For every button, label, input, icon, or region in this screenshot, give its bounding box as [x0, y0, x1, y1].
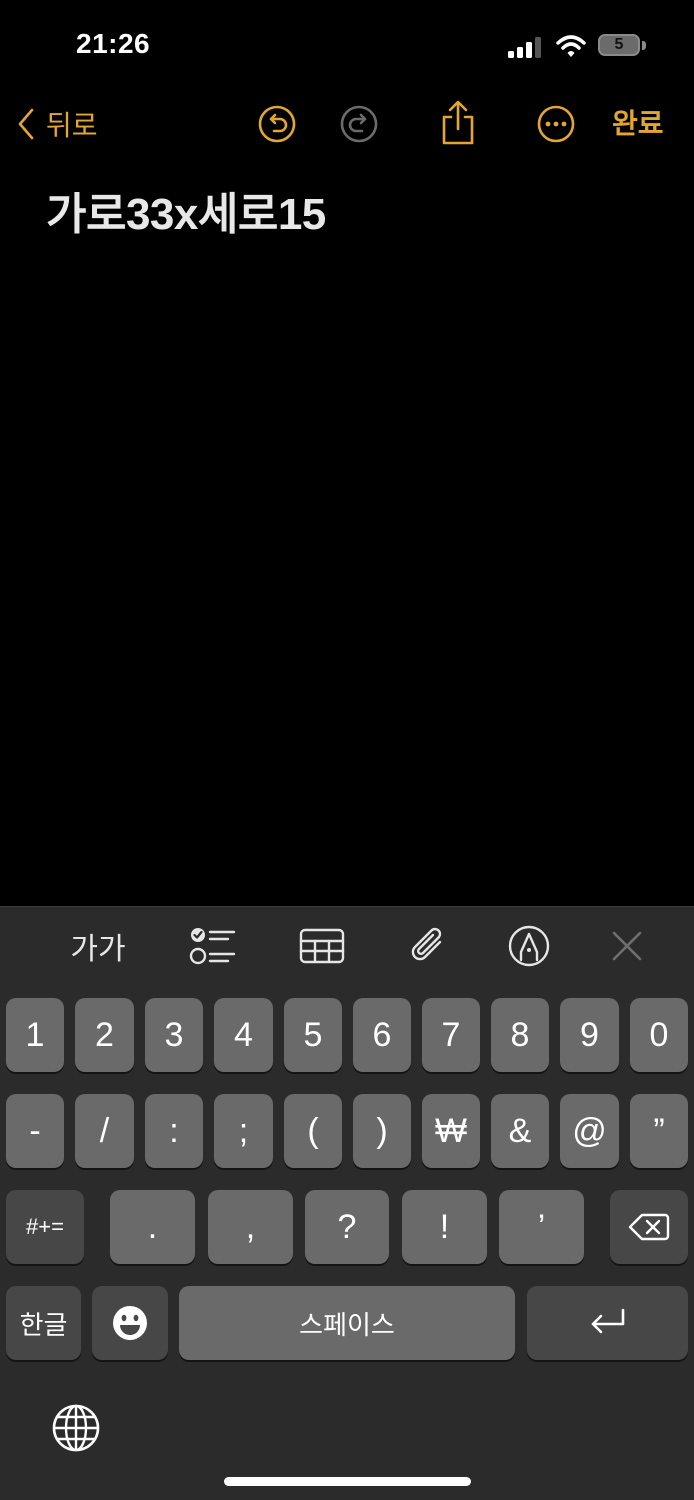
emoji-icon	[113, 1306, 147, 1340]
key-0[interactable]: 0	[630, 998, 688, 1072]
key-semicolon[interactable]: ;	[214, 1094, 273, 1168]
back-button[interactable]: 뒤로	[14, 104, 98, 144]
key-9[interactable]: 9	[560, 998, 619, 1072]
key-close-paren[interactable]: )	[353, 1094, 411, 1168]
key-quote[interactable]: ”	[630, 1094, 688, 1168]
checklist-icon	[189, 928, 236, 965]
close-toolbar-button[interactable]	[604, 907, 650, 985]
battery-indicator: 5	[598, 34, 648, 58]
key-3[interactable]: 3	[145, 998, 203, 1072]
key-won[interactable]: ₩	[422, 1094, 480, 1168]
key-ampersand[interactable]: &	[491, 1094, 549, 1168]
pen-tip-icon	[508, 925, 550, 967]
done-button[interactable]: 완료	[612, 104, 664, 144]
key-open-paren[interactable]: (	[284, 1094, 342, 1168]
space-key-label: 스페이스	[299, 1309, 395, 1340]
home-indicator	[224, 1477, 471, 1486]
text-format-label: 가가	[70, 933, 126, 966]
status-time: 21:26	[76, 28, 151, 59]
more-icon[interactable]	[536, 104, 576, 144]
share-icon[interactable]	[438, 100, 478, 146]
undo-icon[interactable]	[257, 104, 297, 144]
return-key[interactable]	[527, 1286, 688, 1360]
wifi-icon	[556, 35, 586, 57]
symbols-toggle-label: #+=	[26, 1214, 64, 1239]
key-apostrophe[interactable]: ’	[499, 1190, 584, 1264]
hangul-key-label: 한글	[19, 1309, 68, 1340]
globe-icon[interactable]	[50, 1402, 102, 1454]
battery-level: 5	[614, 36, 624, 53]
key-period[interactable]: .	[110, 1190, 195, 1264]
key-colon[interactable]: :	[145, 1094, 203, 1168]
text-format-button[interactable]: 가가	[62, 907, 134, 985]
space-key[interactable]: 스페이스	[179, 1286, 515, 1360]
note-title[interactable]: 가로33x세로15	[46, 178, 326, 242]
attachment-button[interactable]	[404, 907, 452, 985]
delete-key[interactable]	[610, 1190, 688, 1264]
hangul-key[interactable]: 한글	[6, 1286, 81, 1360]
back-button-label: 뒤로	[46, 110, 98, 141]
return-icon	[591, 1308, 624, 1334]
key-7[interactable]: 7	[422, 998, 480, 1072]
checklist-button[interactable]	[184, 907, 240, 985]
formatting-toolbar: 가가	[0, 906, 694, 985]
paperclip-icon	[411, 927, 442, 961]
key-2[interactable]: 2	[75, 998, 134, 1072]
close-icon	[612, 931, 642, 961]
key-8[interactable]: 8	[491, 998, 549, 1072]
key-5[interactable]: 5	[284, 998, 342, 1072]
keyboard: 1 2 3 4 5 6 7 8 9 0 - / : ; ( ) ₩ & @ ” …	[0, 984, 694, 1500]
backspace-icon	[628, 1213, 670, 1241]
key-6[interactable]: 6	[353, 998, 411, 1072]
key-4[interactable]: 4	[214, 998, 273, 1072]
key-at[interactable]: @	[560, 1094, 619, 1168]
table-icon	[299, 928, 345, 964]
symbols-toggle-key[interactable]: #+=	[6, 1190, 84, 1264]
redo-icon[interactable]	[339, 104, 379, 144]
key-1[interactable]: 1	[6, 998, 64, 1072]
key-slash[interactable]: /	[75, 1094, 134, 1168]
key-hyphen[interactable]: -	[6, 1094, 64, 1168]
emoji-key[interactable]	[92, 1286, 168, 1360]
key-question[interactable]: ?	[305, 1190, 389, 1264]
key-exclamation[interactable]: !	[402, 1190, 487, 1264]
chevron-left-icon	[18, 108, 34, 140]
cellular-signal-icon	[508, 37, 541, 58]
table-button[interactable]	[296, 907, 348, 985]
key-comma[interactable]: ,	[208, 1190, 293, 1264]
markup-button[interactable]	[505, 907, 553, 985]
